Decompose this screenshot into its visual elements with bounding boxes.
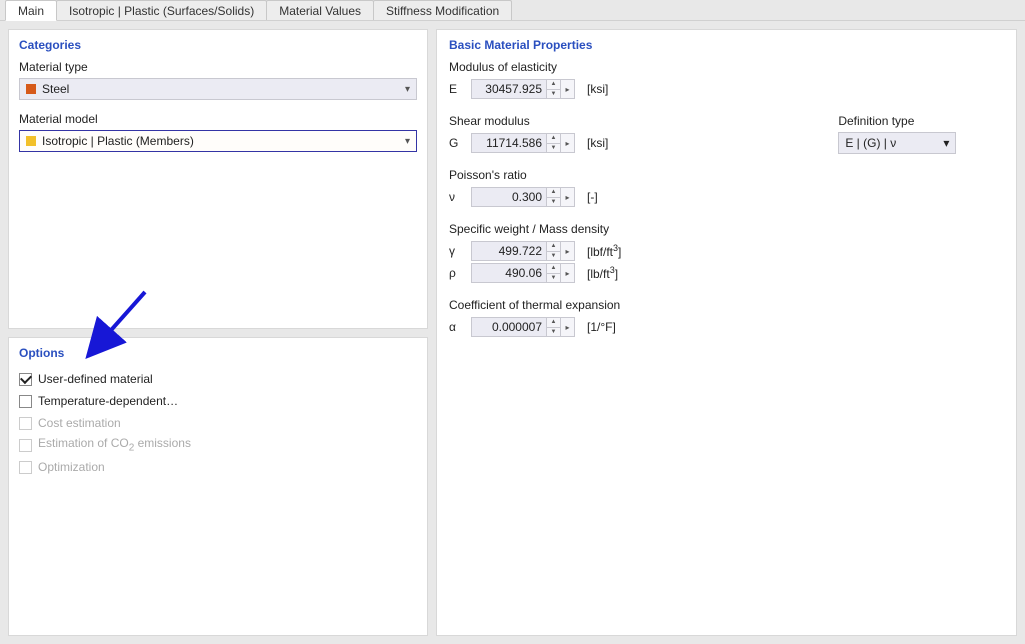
definition-type-label: Definition type xyxy=(838,114,956,128)
input-E[interactable]: ▲▼ ▸ xyxy=(471,79,575,99)
shear-row: G ▲▼ ▸ [ksi] xyxy=(449,132,608,154)
checkbox-temperature-dependent[interactable] xyxy=(19,395,32,408)
modulus-row: E ▲▼ ▸ [ksi] xyxy=(449,78,1004,100)
unit-gamma: [lbf/ft3] xyxy=(587,243,621,259)
panel-title-categories: Categories xyxy=(19,38,417,52)
tab-material-values[interactable]: Material Values xyxy=(266,0,374,20)
option-label: Optimization xyxy=(38,460,105,474)
unit-G: [ksi] xyxy=(587,136,608,150)
material-type-value: Steel xyxy=(42,82,405,96)
input-nu[interactable]: ▲▼ ▸ xyxy=(471,187,575,207)
value-rho[interactable] xyxy=(471,263,547,283)
unit-nu: [-] xyxy=(587,190,598,204)
rho-row: ρ ▲▼ ▸ [lb/ft3] xyxy=(449,262,1004,284)
flyout-E[interactable]: ▸ xyxy=(561,79,575,99)
checkbox-cost-estimation xyxy=(19,417,32,430)
spinner-E[interactable]: ▲▼ xyxy=(547,79,561,99)
symbol-alpha: α xyxy=(449,320,463,334)
value-nu[interactable] xyxy=(471,187,547,207)
option-optimization: Optimization xyxy=(19,456,417,478)
tab-main[interactable]: Main xyxy=(5,0,57,21)
material-type-label: Material type xyxy=(19,60,417,74)
symbol-G: G xyxy=(449,136,463,150)
left-column: Categories Material type Steel ▾ Materia… xyxy=(8,29,428,636)
spinner-gamma[interactable]: ▲▼ xyxy=(547,241,561,261)
value-gamma[interactable] xyxy=(471,241,547,261)
option-label: User-defined material xyxy=(38,372,153,386)
main-content: Categories Material type Steel ▾ Materia… xyxy=(0,21,1025,644)
spinner-rho[interactable]: ▲▼ xyxy=(547,263,561,283)
block-density: Specific weight / Mass density γ ▲▼ ▸ [l… xyxy=(449,222,1004,284)
properties-panel: Basic Material Properties Modulus of ela… xyxy=(436,29,1017,636)
input-gamma[interactable]: ▲▼ ▸ xyxy=(471,241,575,261)
density-label: Specific weight / Mass density xyxy=(449,222,1004,236)
material-model-swatch xyxy=(26,136,36,146)
option-label: Estimation of CO2 emissions xyxy=(38,436,191,453)
option-co2-emissions: Estimation of CO2 emissions xyxy=(19,434,417,456)
chevron-down-icon: ▾ xyxy=(405,84,410,95)
panel-title-options: Options xyxy=(19,346,417,360)
flyout-gamma[interactable]: ▸ xyxy=(561,241,575,261)
shear-label: Shear modulus xyxy=(449,114,608,128)
symbol-gamma: γ xyxy=(449,244,463,258)
alpha-row: α ▲▼ ▸ [1/°F] xyxy=(449,316,1004,338)
value-E[interactable] xyxy=(471,79,547,99)
tab-stiffness-modification[interactable]: Stiffness Modification xyxy=(373,0,512,20)
value-alpha[interactable] xyxy=(471,317,547,337)
tab-bar: Main Isotropic | Plastic (Surfaces/Solid… xyxy=(0,0,1025,21)
unit-alpha: [1/°F] xyxy=(587,320,616,334)
symbol-nu: ν xyxy=(449,190,463,204)
checkbox-optimization xyxy=(19,461,32,474)
spinner-G[interactable]: ▲▼ xyxy=(547,133,561,153)
spinner-alpha[interactable]: ▲▼ xyxy=(547,317,561,337)
option-label: Temperature-dependent… xyxy=(38,394,178,408)
modulus-label: Modulus of elasticity xyxy=(449,60,1004,74)
input-alpha[interactable]: ▲▼ ▸ xyxy=(471,317,575,337)
right-column: Basic Material Properties Modulus of ela… xyxy=(436,29,1017,636)
block-cte: Coefficient of thermal expansion α ▲▼ ▸ … xyxy=(449,298,1004,338)
checkbox-user-defined[interactable] xyxy=(19,373,32,386)
poisson-label: Poisson's ratio xyxy=(449,168,1004,182)
option-label: Cost estimation xyxy=(38,416,121,430)
option-user-defined[interactable]: User-defined material xyxy=(19,368,417,390)
option-cost-estimation: Cost estimation xyxy=(19,412,417,434)
definition-type-value: E | (G) | ν xyxy=(845,136,896,150)
material-model-select[interactable]: Isotropic | Plastic (Members) ▾ xyxy=(19,130,417,152)
checkbox-co2-emissions xyxy=(19,439,32,452)
option-temperature-dependent[interactable]: Temperature-dependent… xyxy=(19,390,417,412)
flyout-rho[interactable]: ▸ xyxy=(561,263,575,283)
block-shear: Shear modulus G ▲▼ ▸ [ksi] Defini xyxy=(449,114,1004,154)
tab-isotropic-plastic[interactable]: Isotropic | Plastic (Surfaces/Solids) xyxy=(56,0,267,20)
material-model-label: Material model xyxy=(19,112,417,126)
unit-rho: [lb/ft3] xyxy=(587,265,618,281)
flyout-G[interactable]: ▸ xyxy=(561,133,575,153)
symbol-rho: ρ xyxy=(449,266,463,280)
options-panel: Options User-defined material Temperatur… xyxy=(8,337,428,636)
unit-E: [ksi] xyxy=(587,82,608,96)
gamma-row: γ ▲▼ ▸ [lbf/ft3] xyxy=(449,240,1004,262)
flyout-nu[interactable]: ▸ xyxy=(561,187,575,207)
cte-label: Coefficient of thermal expansion xyxy=(449,298,1004,312)
value-G[interactable] xyxy=(471,133,547,153)
symbol-E: E xyxy=(449,82,463,96)
input-G[interactable]: ▲▼ ▸ xyxy=(471,133,575,153)
flyout-alpha[interactable]: ▸ xyxy=(561,317,575,337)
chevron-down-icon: ▾ xyxy=(405,136,410,147)
material-type-swatch xyxy=(26,84,36,94)
material-model-value: Isotropic | Plastic (Members) xyxy=(42,134,405,148)
material-type-select[interactable]: Steel ▾ xyxy=(19,78,417,100)
input-rho[interactable]: ▲▼ ▸ xyxy=(471,263,575,283)
poisson-row: ν ▲▼ ▸ [-] xyxy=(449,186,1004,208)
categories-panel: Categories Material type Steel ▾ Materia… xyxy=(8,29,428,329)
panel-title-properties: Basic Material Properties xyxy=(449,38,1004,52)
chevron-down-icon: ▾ xyxy=(943,136,949,150)
block-modulus: Modulus of elasticity E ▲▼ ▸ [ksi] xyxy=(449,60,1004,100)
definition-type-select[interactable]: E | (G) | ν ▾ xyxy=(838,132,956,154)
spinner-nu[interactable]: ▲▼ xyxy=(547,187,561,207)
block-poisson: Poisson's ratio ν ▲▼ ▸ [-] xyxy=(449,168,1004,208)
